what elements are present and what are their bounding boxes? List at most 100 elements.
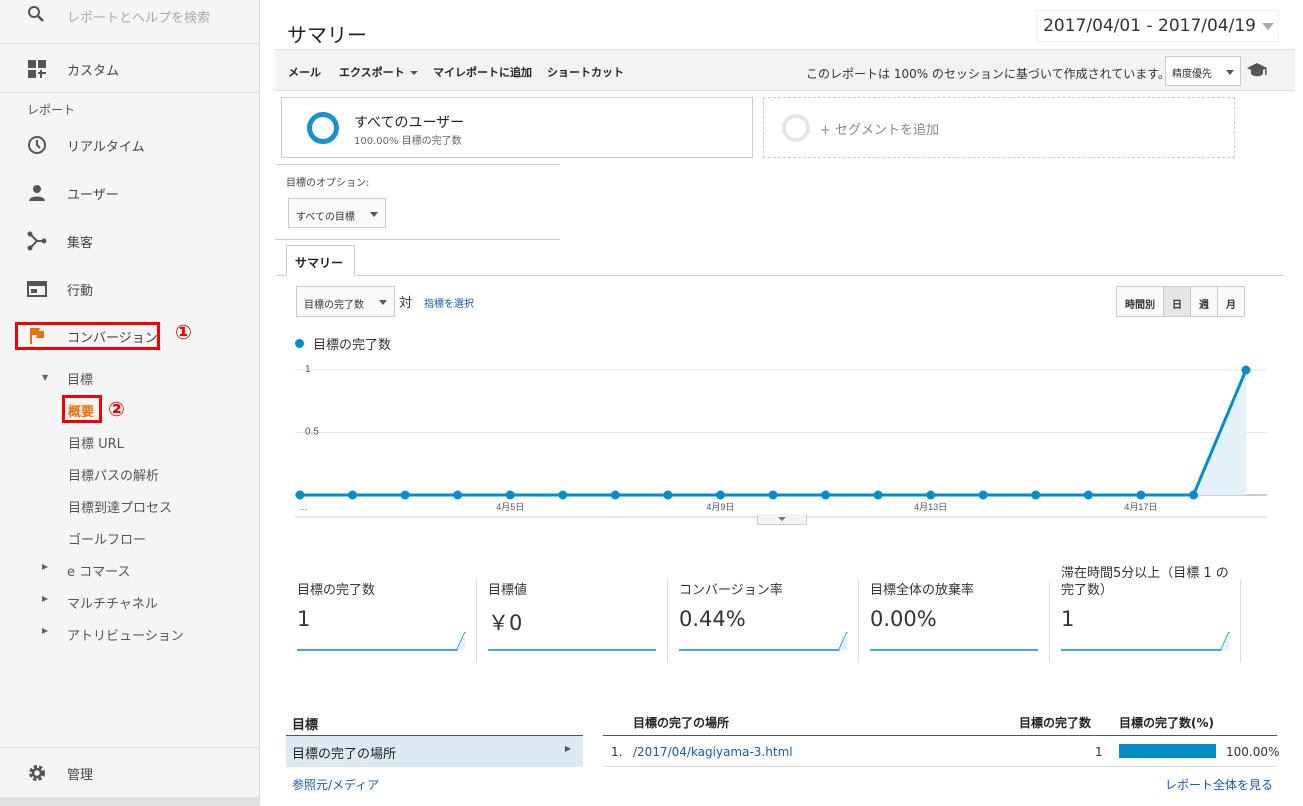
sidebar-item-label: 管理 [67,767,94,783]
data-point [400,490,410,500]
column-header[interactable]: 目標の完了数 [1019,714,1091,731]
collapsed-triangle-icon[interactable]: ▶ [42,626,48,635]
period-hourly-button[interactable]: 時間別 [1117,287,1164,316]
divider [275,164,560,165]
period-day-button[interactable]: 日 [1164,287,1191,316]
divider [667,580,668,662]
sidebar-item-reverse-goal-path[interactable]: 目標パスの解析 [68,465,159,484]
y-tick-label: 0.5 [305,427,319,438]
sidebar-item-users[interactable]: ユーザー [0,173,260,213]
dimension-row-goal-location[interactable]: 目標の完了の場所 ▶ [286,736,583,767]
sidebar-item-ecommerce[interactable]: e コマース [67,561,130,580]
sidebar-admin-area: 管理 [0,747,260,797]
tab-summary[interactable]: サマリー [286,245,355,276]
data-point [1031,490,1041,500]
scorecard-name: 目標の完了数 [297,583,376,598]
scorecard-value: 1 [1061,607,1075,631]
graduation-cap-icon[interactable] [1246,63,1268,83]
metric-select[interactable]: 目標の完了数 [296,286,395,317]
report-toolbar: メール エクスポート マイレポートに追加 ショートカット このレポートは 100… [275,49,1295,91]
sidebar-item-goal-url[interactable]: 目標 URL [68,433,124,452]
sidebar-item-realtime[interactable]: リアルタイム [0,125,260,165]
sidebar-item-goals[interactable]: 目標 [67,369,93,388]
divider [476,580,477,662]
legend-label: 目標の完了数 [313,338,392,353]
data-point [1241,365,1251,375]
scorecard[interactable]: 目標値 ￥0 [478,562,668,662]
table-row: 1. /2017/04/kagiyama-3.html 1 100.00% [603,736,1279,767]
sampling-note: このレポートは 100% のセッションに基づいて作成されています。詳細 [806,65,1194,82]
add-to-my-report-button[interactable]: マイレポートに追加 [433,64,532,80]
sidebar-item-multichannel[interactable]: マルチチャネル [67,593,158,612]
scorecard[interactable]: 滞在時間5分以上（目標 1 の完了数） 1 [1051,562,1241,662]
sidebar-item-goal-flow[interactable]: ゴールフロー [68,529,146,548]
view-full-report-link[interactable]: レポート全体を見る [1165,776,1273,793]
period-week-button[interactable]: 週 [1191,287,1218,316]
percentage-bar [1119,744,1216,758]
segment-subtitle: 100.00% 目標の完了数 [354,136,462,147]
x-tick-label: 4月5日 [496,502,524,512]
scorecard[interactable]: 目標全体の放棄率 0.00% [860,562,1050,662]
sidebar-item-admin[interactable]: 管理 [0,753,260,793]
sidebar-item-attribution[interactable]: アトリビューション [67,625,184,644]
x-tick-label: 4月9日 [706,502,734,512]
precision-select[interactable]: 精度優先 [1165,56,1241,86]
chevron-down-icon [409,71,418,75]
sidebar-item-label: ユーザー [67,187,119,203]
dashboard-icon [26,58,48,80]
scorecards: 目標の完了数 1 目標値 ￥0 コンバージョン率 0.44% 目標全体の放棄率 … [287,562,1247,662]
shortcut-button[interactable]: ショートカット [547,64,624,80]
scorecard-name: 目標値 [488,583,528,598]
period-month-button[interactable]: 月 [1218,287,1244,316]
collapsed-triangle-icon[interactable]: ▶ [42,594,48,603]
data-point [873,490,883,500]
sidebar: レポートとヘルプを検索 カスタム レポート リアルタイム ユーザー 集客 行動 [0,0,260,806]
divider [1049,580,1050,662]
sidebar-item-funnel[interactable]: 目標到達プロセス [68,497,172,516]
collapsed-triangle-icon[interactable]: ▶ [42,562,48,571]
chevron-right-icon: ▶ [564,744,571,753]
sparkline [870,649,1038,651]
email-button[interactable]: メール [288,64,321,80]
column-header[interactable]: 目標の完了数(%) [1119,714,1214,731]
column-header[interactable]: 目標の完了の場所 [633,714,729,731]
scorecard[interactable]: コンバージョン率 0.44% [669,562,859,662]
expanded-triangle-icon[interactable]: ▼ [42,373,48,382]
search-icon [27,5,45,27]
chevron-down-icon [1262,23,1274,30]
date-range-picker[interactable]: 2017/04/01 - 2017/04/19 [1036,10,1279,42]
sidebar-item-label: カスタム [67,63,120,79]
line-chart: 1 0.5... 4月5日 4月9日 4月13日 4月17日 [295,364,1267,518]
goal-options-select[interactable]: すべての目標 [288,198,386,228]
add-segment-button[interactable]: + セグメントを追加 [763,97,1235,158]
chevron-down-icon [379,300,387,305]
sparkline [679,631,848,651]
source-medium-link[interactable]: 参照元/メディア [292,776,379,793]
sidebar-item-custom[interactable]: カスタム [0,49,260,89]
goal-page-link[interactable]: /2017/04/kagiyama-3.html [633,745,793,759]
dimension-row-label: 目標の完了の場所 [292,747,397,762]
export-label: エクスポート [339,66,405,79]
sidebar-item-label: 集客 [67,235,94,251]
scorecard-name: 滞在時間5分以上（目標 1 の完了数） [1061,566,1229,598]
scorecard[interactable]: 目標の完了数 1 [287,562,477,662]
acquisition-icon [26,230,48,252]
select-metric-link[interactable]: 指標を選択 [424,295,474,310]
divider [0,92,260,93]
highlight-box-overview [62,395,102,423]
reports-section-label: レポート [27,103,76,117]
vs-label: 対 [399,296,413,311]
chevron-down-icon [1226,70,1234,75]
data-point [1188,490,1198,500]
export-button[interactable]: エクスポート [339,64,418,80]
behavior-icon [26,278,48,300]
segment-ring-icon [307,112,339,144]
sparkline [1061,631,1230,651]
x-tick-label: 4月13日 [914,502,947,512]
segment-card-all-users[interactable]: すべてのユーザー 100.00% 目標の完了数 [281,97,753,158]
search-input[interactable]: レポートとヘルプを検索 [67,7,210,26]
chart-collapse-toggle[interactable] [757,514,807,525]
sidebar-search[interactable]: レポートとヘルプを検索 [0,0,260,44]
sidebar-item-acquisition[interactable]: 集客 [0,221,260,261]
sidebar-item-behavior[interactable]: 行動 [0,269,260,309]
